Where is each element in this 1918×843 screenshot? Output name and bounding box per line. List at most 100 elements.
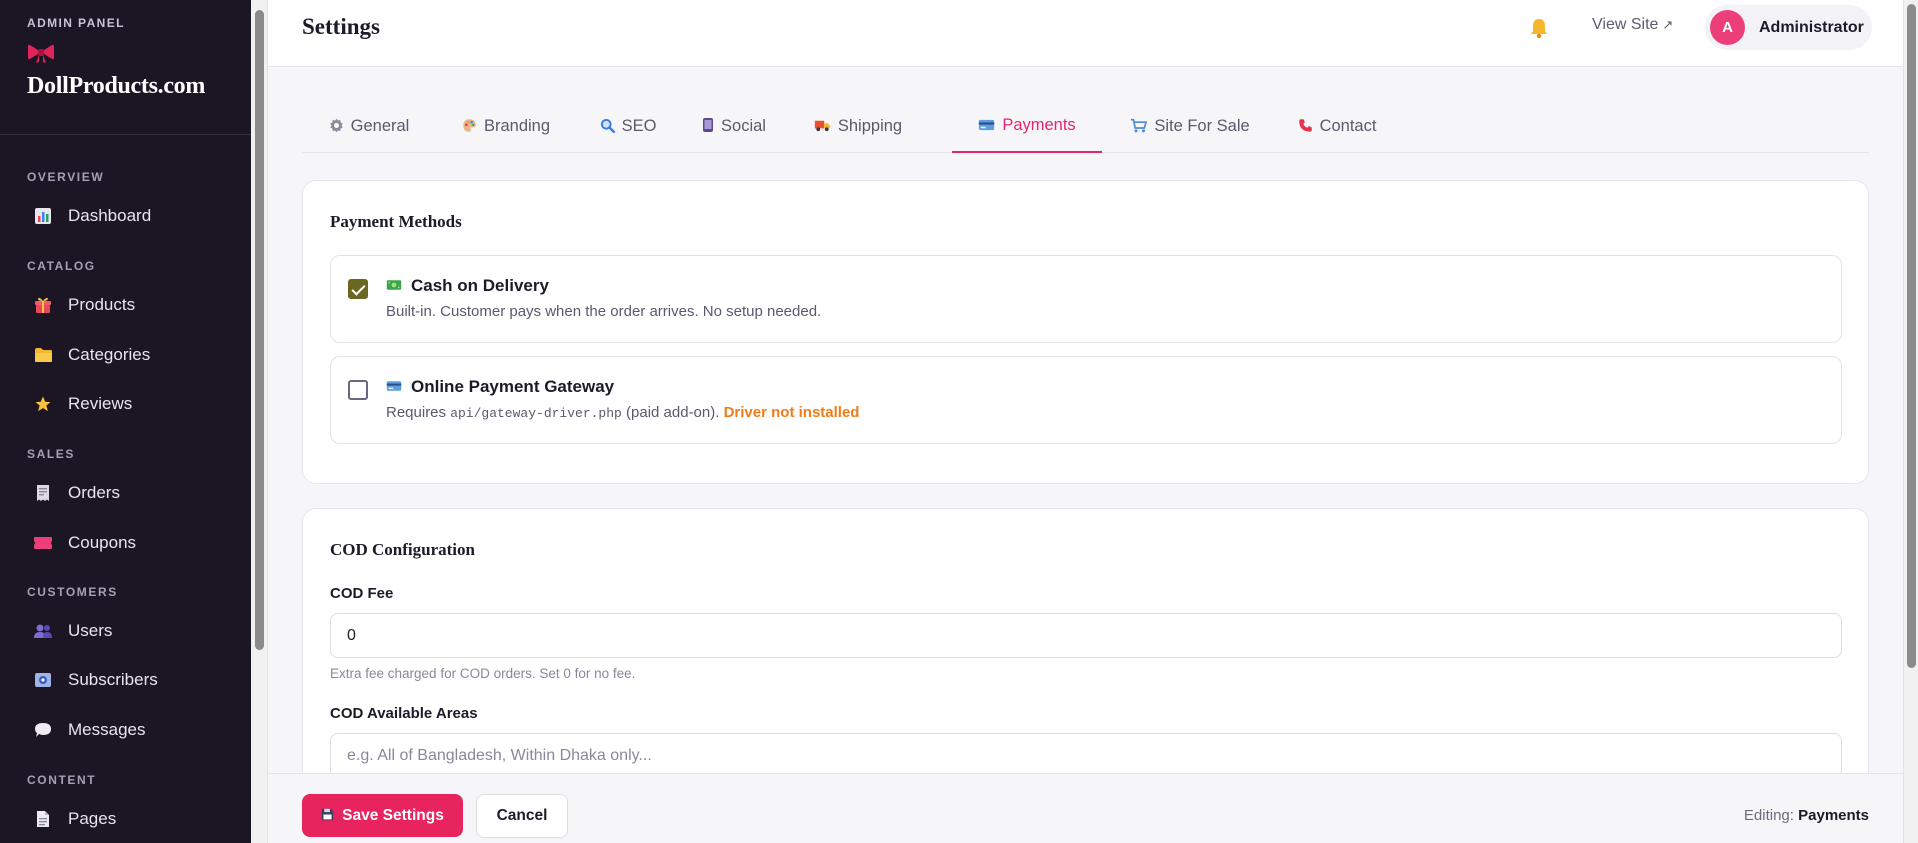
phone-icon <box>702 117 714 136</box>
cod-configuration-title: COD Configuration <box>330 540 475 559</box>
nav-section-catalog: CATALOG <box>27 259 96 273</box>
bar-chart-icon <box>32 205 54 227</box>
sidebar-item-label: Reviews <box>68 394 133 413</box>
bow-logo-icon <box>28 44 54 63</box>
nav-section-customers: CUSTOMERS <box>27 585 118 599</box>
cash-icon <box>386 278 402 294</box>
payment-method-cod[interactable]: Cash on Delivery Built-in. Customer pays… <box>330 255 1842 343</box>
gateway-desc-suffix: (paid add-on). <box>626 404 720 421</box>
tab-site-for-sale[interactable]: Site For Sale <box>1128 100 1252 153</box>
gateway-title-text: Online Payment Gateway <box>411 377 615 396</box>
cod-areas-input[interactable] <box>330 733 1842 778</box>
tab-label: Branding <box>483 117 551 135</box>
tab-label: SEO <box>621 117 657 135</box>
magnifier-icon <box>600 118 615 136</box>
sidebar-item-orders[interactable]: Orders <box>22 475 242 511</box>
sidebar-scrollbar[interactable] <box>251 0 268 843</box>
tab-label: Contact <box>1319 117 1377 135</box>
page-scrollbar-thumb[interactable] <box>1907 4 1916 668</box>
save-settings-label: Save Settings <box>342 806 444 824</box>
cod-title: Cash on Delivery <box>386 276 549 296</box>
top-bar: Settings View Site ↗ A Administrator <box>268 0 1903 67</box>
tab-payments[interactable]: Payments <box>952 100 1102 153</box>
sidebar-item-products[interactable]: Products <box>22 287 242 323</box>
sidebar-item-pages[interactable]: Pages <box>22 801 242 837</box>
sidebar-item-label: Orders <box>68 483 120 502</box>
tab-seo[interactable]: SEO <box>598 100 658 153</box>
sidebar-item-dashboard[interactable]: Dashboard <box>22 198 242 234</box>
user-name: Administrator <box>1759 18 1864 36</box>
cod-title-text: Cash on Delivery <box>411 276 549 295</box>
sidebar-item-label: Users <box>68 621 113 640</box>
truck-icon <box>814 118 831 135</box>
cod-checkbox[interactable] <box>348 279 368 299</box>
sidebar-item-subscribers[interactable]: Subscribers <box>22 662 242 698</box>
cod-areas-label: COD Available Areas <box>330 705 478 722</box>
sidebar-item-categories[interactable]: Categories <box>22 337 242 373</box>
telephone-icon <box>1298 118 1313 136</box>
cod-description: Built-in. Customer pays when the order a… <box>386 303 822 320</box>
floppy-disk-icon <box>321 808 334 824</box>
shopping-cart-icon <box>1130 118 1148 136</box>
gateway-driver-path: api/gateway-driver.php <box>450 406 622 421</box>
editing-value: Payments <box>1798 807 1869 824</box>
sidebar-item-reviews[interactable]: Reviews <box>22 386 242 422</box>
payment-methods-card: Payment Methods Cash on Delivery Built-i… <box>302 180 1869 484</box>
ticket-icon <box>32 532 54 554</box>
page-icon <box>32 808 54 830</box>
sidebar-scrollbar-thumb[interactable] <box>255 10 264 650</box>
brand-name: DollProducts.com <box>27 73 206 99</box>
star-icon <box>32 393 54 415</box>
palette-icon <box>462 118 477 136</box>
user-menu[interactable]: A Administrator <box>1705 5 1872 50</box>
gift-icon <box>32 294 54 316</box>
editing-label: Editing: <box>1743 807 1794 824</box>
cod-fee-help: Extra fee charged for COD orders. Set 0 … <box>330 666 636 681</box>
tab-social[interactable]: Social <box>698 100 770 153</box>
sidebar-item-coupons[interactable]: Coupons <box>22 525 242 561</box>
cod-fee-label: COD Fee <box>330 585 394 602</box>
notification-bell-icon[interactable] <box>1527 16 1551 40</box>
save-settings-button[interactable]: Save Settings <box>302 794 463 837</box>
nav-section-sales: SALES <box>27 447 76 461</box>
nav-section-content: CONTENT <box>27 773 97 787</box>
sidebar-item-users[interactable]: Users <box>22 613 242 649</box>
sidebar-item-label: Pages <box>68 809 117 828</box>
sidebar: ADMIN PANEL DollProducts.com OVERVIEW Da… <box>0 0 251 843</box>
admin-panel-label: ADMIN PANEL <box>27 16 125 30</box>
gateway-desc-prefix: Requires <box>386 404 447 421</box>
brand: ADMIN PANEL DollProducts.com <box>0 0 251 135</box>
external-link-icon: ↗ <box>1662 17 1674 32</box>
tab-general[interactable]: General <box>324 100 414 153</box>
newsletter-icon <box>32 669 54 691</box>
speech-bubble-icon <box>32 719 54 741</box>
editing-indicator: Editing: Payments <box>1744 807 1869 824</box>
credit-card-icon <box>978 118 995 134</box>
page-scrollbar[interactable] <box>1903 0 1918 843</box>
sidebar-item-label: Coupons <box>68 533 137 552</box>
settings-tabs: General Branding SEO Social Shipping Pay… <box>302 100 1869 153</box>
cancel-button[interactable]: Cancel <box>476 794 568 838</box>
cod-fee-input[interactable] <box>330 613 1842 658</box>
sidebar-item-label: Subscribers <box>68 670 158 689</box>
tab-label: Social <box>721 117 766 135</box>
tab-label: Shipping <box>837 117 903 135</box>
nav-section-overview: OVERVIEW <box>27 170 105 184</box>
view-site-link[interactable]: View Site ↗ <box>1592 16 1673 34</box>
tab-label: Site For Sale <box>1154 117 1250 135</box>
tab-branding[interactable]: Branding <box>454 100 558 153</box>
payment-methods-title: Payment Methods <box>330 212 462 231</box>
sidebar-item-messages[interactable]: Messages <box>22 712 242 748</box>
gateway-title: Online Payment Gateway <box>386 377 614 397</box>
driver-status-warning: Driver not installed <box>723 404 860 421</box>
tab-shipping[interactable]: Shipping <box>810 100 906 153</box>
gear-icon <box>329 118 344 136</box>
tab-contact[interactable]: Contact <box>1292 100 1382 153</box>
folder-icon <box>32 344 54 366</box>
users-icon <box>32 620 54 642</box>
gateway-checkbox[interactable] <box>348 380 368 400</box>
cod-configuration-card: COD Configuration COD Fee Extra fee char… <box>302 508 1869 808</box>
sidebar-item-label: Categories <box>68 345 151 364</box>
payment-method-gateway[interactable]: Online Payment Gateway Requires api/gate… <box>330 356 1842 444</box>
tab-label: General <box>350 117 410 135</box>
